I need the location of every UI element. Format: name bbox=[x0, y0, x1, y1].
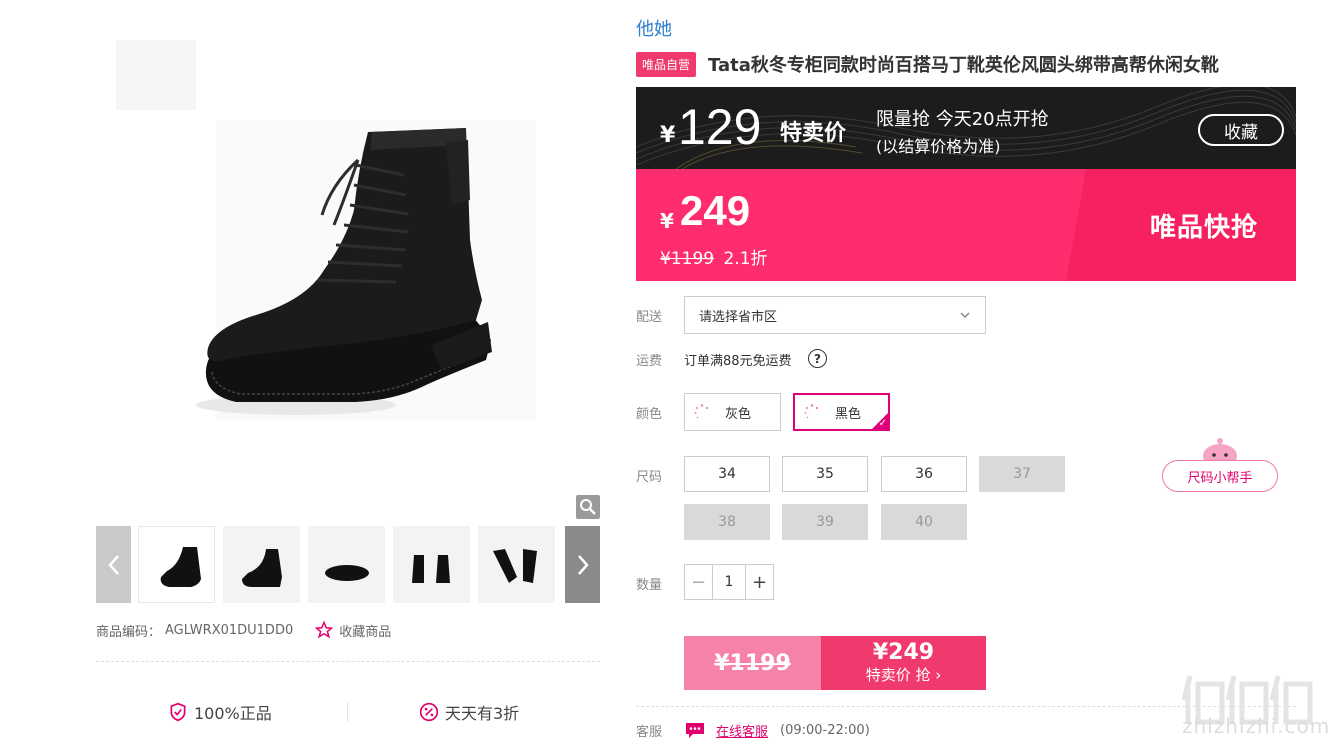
brand-link[interactable]: 他她 bbox=[636, 15, 672, 41]
thumbnail-5[interactable] bbox=[478, 526, 555, 603]
flash-promo-text: 限量抢 今天20点开抢 bbox=[876, 109, 1049, 130]
discount-label: 天天有3折 bbox=[445, 704, 520, 723]
thumbnail-2[interactable] bbox=[223, 526, 300, 603]
size-option: 38 bbox=[684, 504, 770, 540]
shipping-label: 运费 bbox=[636, 354, 663, 369]
flash-sale-label: 唯品快抢 bbox=[1150, 213, 1259, 243]
color-name: 灰色 bbox=[725, 406, 752, 422]
chevron-right-icon bbox=[577, 554, 589, 575]
watermark-text: zhizhizhi.com bbox=[1182, 714, 1331, 738]
quantity-stepper: − 1 + bbox=[684, 564, 774, 600]
thumbnail-strip bbox=[96, 526, 600, 603]
flash-price: 129 bbox=[678, 99, 762, 155]
region-select-value: 请选择省市区 bbox=[699, 309, 778, 325]
percent-icon bbox=[419, 702, 439, 722]
chat-icon bbox=[686, 723, 704, 738]
size-helper-button[interactable]: 尺码小帮手 bbox=[1162, 460, 1278, 492]
chevron-left-icon bbox=[107, 554, 119, 575]
color-name: 黑色 bbox=[835, 406, 862, 422]
buy-now-button[interactable]: ¥249 特卖价 抢 › bbox=[821, 636, 986, 690]
online-service-link[interactable]: 在线客服 bbox=[716, 721, 768, 740]
buy-original-price: ¥1199 bbox=[684, 636, 821, 690]
title-row: 唯品自营 Tata秋冬专柜同款时尚百搭马丁靴英伦风圆头绑带高帮休闲女靴 bbox=[636, 51, 1219, 77]
product-title: Tata秋冬专柜同款时尚百搭马丁靴英伦风圆头绑带高帮休闲女靴 bbox=[708, 55, 1219, 76]
original-price: ¥1199 bbox=[660, 249, 715, 269]
shield-icon bbox=[170, 702, 186, 722]
service-label: 客服 bbox=[636, 724, 663, 740]
sale-price-banner: ¥ 249 ¥1199 2.1折 唯品快抢 bbox=[636, 169, 1296, 281]
product-code: AGLWRX01DU1DD0 bbox=[165, 622, 294, 638]
quantity-decrease-button[interactable]: − bbox=[685, 565, 712, 599]
size-label: 尺码 bbox=[636, 470, 663, 485]
help-icon[interactable]: ? bbox=[808, 349, 827, 368]
customer-service-row: 客服 在线客服 (09:00-22:00) bbox=[636, 720, 870, 740]
sale-currency: ¥ bbox=[660, 209, 674, 233]
size-option: 40 bbox=[881, 504, 967, 540]
region-select[interactable]: 请选择省市区 bbox=[684, 296, 986, 334]
loading-icon bbox=[804, 404, 819, 419]
flash-price-label: 特卖价 bbox=[780, 121, 847, 146]
size-option: 37 bbox=[979, 456, 1065, 492]
thumbnail-1[interactable] bbox=[138, 526, 215, 603]
authentic-label: 100%正品 bbox=[194, 704, 272, 723]
zoom-icon[interactable] bbox=[576, 495, 600, 519]
buy-price: ¥249 bbox=[872, 640, 935, 665]
product-meta-row: 商品编码： AGLWRX01DU1DD0 收藏商品 bbox=[96, 620, 391, 640]
size-option[interactable]: 35 bbox=[782, 456, 868, 492]
color-option-black[interactable]: 黑色 ✓ bbox=[793, 393, 890, 431]
shipping-text: 订单满88元免运费 bbox=[684, 354, 792, 369]
thumb-next-button[interactable] bbox=[565, 526, 600, 603]
size-option[interactable]: 36 bbox=[881, 456, 967, 492]
quantity-input[interactable]: 1 bbox=[712, 565, 746, 599]
flash-currency: ¥ bbox=[660, 123, 676, 148]
divider bbox=[96, 661, 600, 662]
check-icon: ✓ bbox=[878, 418, 887, 429]
discount-rate: 2.1折 bbox=[723, 249, 768, 269]
flash-promo-note: (以结算价格为准) bbox=[876, 137, 1001, 156]
thumbnail-4[interactable] bbox=[393, 526, 470, 603]
chevron-down-icon bbox=[960, 312, 970, 319]
original-price-row: ¥1199 2.1折 bbox=[660, 244, 768, 269]
buy-button-group: ¥1199 ¥249 特卖价 抢 › bbox=[684, 636, 986, 690]
main-product-image[interactable] bbox=[96, 0, 600, 522]
color-label: 颜色 bbox=[636, 407, 663, 422]
sale-price: 249 bbox=[680, 187, 751, 234]
service-hours: (09:00-22:00) bbox=[780, 722, 870, 738]
color-option-gray[interactable]: 灰色 bbox=[684, 393, 781, 431]
divider bbox=[347, 702, 348, 722]
size-option: 39 bbox=[782, 504, 868, 540]
star-icon bbox=[315, 621, 334, 639]
buy-label: 特卖价 抢 › bbox=[865, 666, 942, 684]
flash-price-banner: ¥ 129 特卖价 限量抢 今天20点开抢 (以结算价格为准) 收藏 bbox=[636, 87, 1296, 169]
thumb-prev-button[interactable] bbox=[96, 526, 131, 603]
product-code-label: 商品编码： bbox=[96, 624, 162, 640]
size-option[interactable]: 34 bbox=[684, 456, 770, 492]
delivery-label: 配送 bbox=[636, 310, 663, 325]
favorite-product-button[interactable]: 收藏商品 bbox=[315, 621, 391, 640]
quantity-increase-button[interactable]: + bbox=[746, 565, 773, 599]
favorite-product-label: 收藏商品 bbox=[339, 624, 392, 640]
collect-button[interactable]: 收藏 bbox=[1198, 114, 1284, 146]
loading-icon bbox=[694, 404, 709, 419]
authentic-guarantee: 100%正品 bbox=[168, 700, 272, 724]
discount-guarantee: 天天有3折 bbox=[419, 700, 519, 724]
quantity-label: 数量 bbox=[636, 578, 663, 593]
self-operated-badge: 唯品自营 bbox=[636, 51, 697, 77]
thumbnail-3[interactable] bbox=[308, 526, 385, 603]
